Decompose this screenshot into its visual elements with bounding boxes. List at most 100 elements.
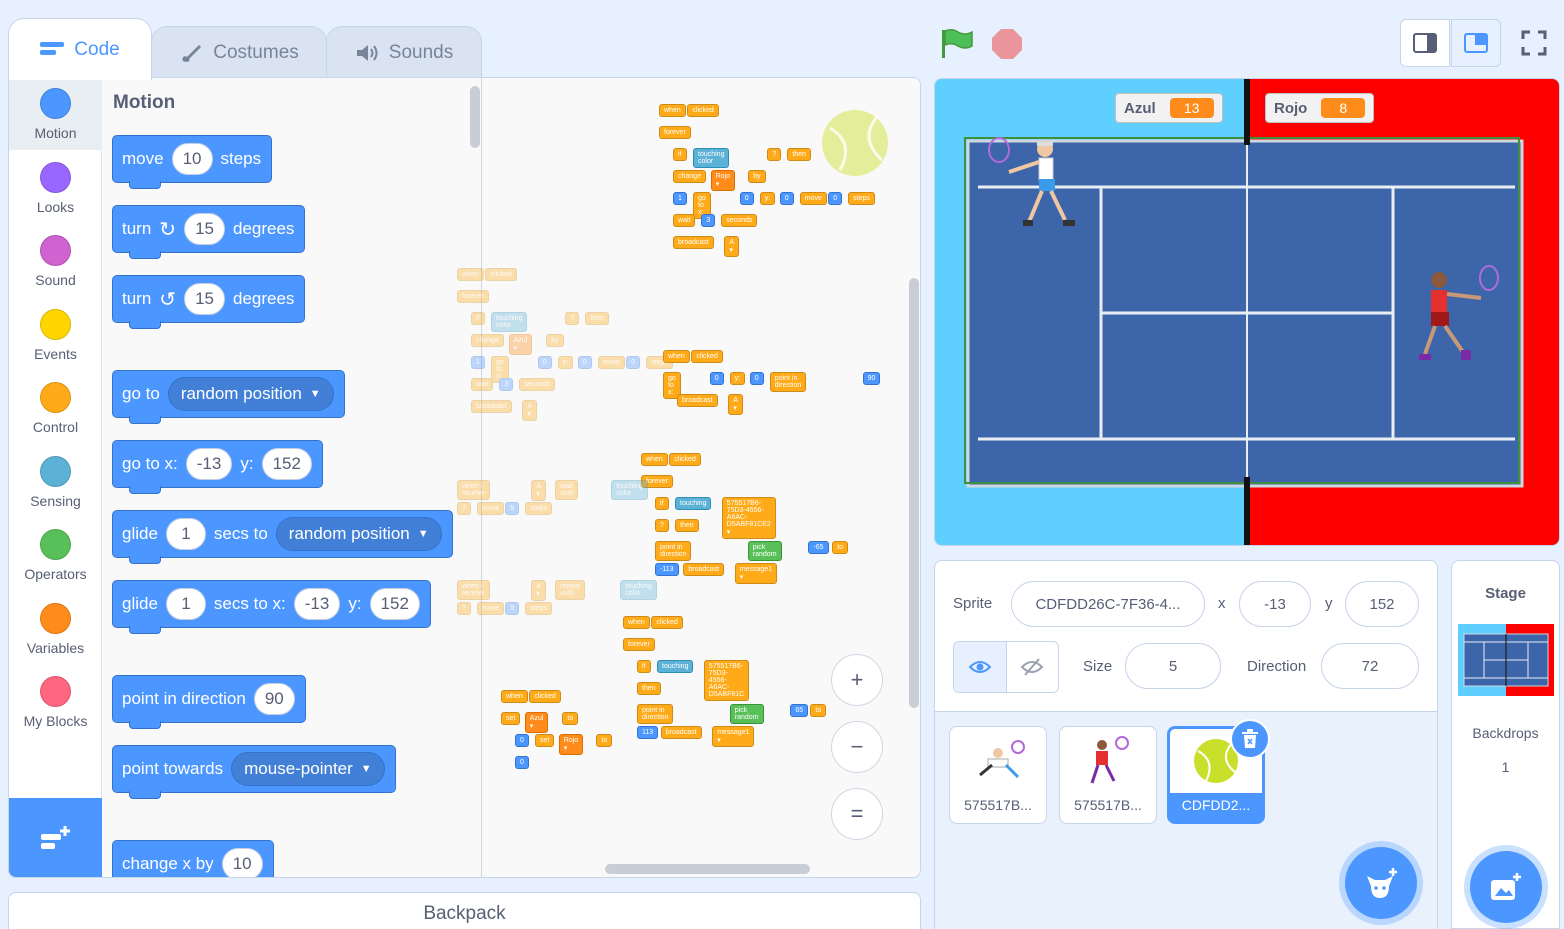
script-token: broadcast [471,400,512,413]
fullscreen-button[interactable] [1508,19,1560,67]
normal-stage-button[interactable] [1451,19,1501,67]
eye-slash-icon [1021,658,1044,676]
palette-title: Motion [113,92,176,113]
category-looks[interactable]: Looks [9,152,102,224]
direction-input[interactable]: 90 [253,683,295,715]
choose-backdrop-button[interactable] [1470,851,1542,923]
block-glide-xy[interactable]: glide 1 secs to x: -13 y: 152 [112,580,431,634]
add-extension-button[interactable] [9,798,102,877]
script-token: message1 ▾ [712,726,755,747]
script-token: when I receive [457,480,490,500]
x-input[interactable]: -13 [293,588,341,620]
script-token: seconds [519,378,556,391]
degrees-input[interactable]: 15 [184,213,225,245]
sprite-name-input[interactable]: CDFDD26C-7F36-4... [1011,581,1205,627]
zoom-in-icon: + [850,667,864,692]
change-x-input[interactable]: 10 [221,848,263,877]
y-position-input[interactable]: 152 [1345,581,1419,627]
palette-scrollbar[interactable] [470,86,480,148]
category-events[interactable]: Events [9,299,102,371]
x-position-input[interactable]: -13 [1239,581,1311,627]
code-area: Motion Looks Sound Events Control Sensing Oper… [8,77,921,878]
small-stage-button[interactable] [1400,19,1450,67]
degrees-input[interactable]: 15 [184,283,225,315]
script-token: forever [659,126,691,139]
speaker-icon [356,44,378,61]
block-change-x[interactable]: change x by 10 [112,840,274,877]
block-go-to-xy[interactable]: go to x: -13 y: 152 [112,440,323,494]
tab-sounds[interactable]: Sounds [326,26,482,78]
tab-costumes[interactable]: Costumes [151,26,327,78]
choose-sprite-button[interactable] [1345,847,1417,919]
go-to-dropdown[interactable]: random position ▼ [167,377,334,411]
stop-icon[interactable] [991,28,1023,60]
script-token: ? [565,312,580,325]
category-label: Sound [35,272,76,288]
caret-down-icon: ▼ [360,763,372,775]
show-sprite-button[interactable] [954,642,1007,692]
script-token: 0 [828,192,843,205]
rotate-right-icon: ↻ [159,218,177,241]
zoom-in-button[interactable]: + [831,654,883,706]
category-variables[interactable]: Variables [9,593,102,665]
block-glide-to[interactable]: glide 1 secs to random position ▼ [112,510,453,564]
category-operators[interactable]: Operators [9,519,102,591]
y-input[interactable]: 152 [261,448,312,480]
secs-input[interactable]: 1 [165,588,206,620]
sprite-thumb-3-selected[interactable]: CDFDD2... [1167,719,1270,824]
stage-title: Stage [1485,585,1526,602]
hide-sprite-button[interactable] [1007,642,1059,692]
script-token: broadcast [677,394,718,407]
block-point-towards[interactable]: point towards mouse-pointer ▼ [112,745,396,799]
block-move-steps[interactable]: move 10 steps [112,135,273,189]
category-label: Control [32,419,79,435]
backdrop-thumbnail[interactable] [1457,624,1554,696]
script-token: when [663,350,690,363]
block-text: degrees [232,219,295,238]
sprite-thumb-2[interactable]: 575517B... [1059,726,1157,824]
score-azul-label: Azul [1124,99,1156,117]
stage[interactable]: Azul 13 Rojo 8 [934,78,1560,546]
category-my-blocks[interactable]: My Blocks [9,666,102,738]
sprite-info-pane: Sprite CDFDD26C-7F36-4... x -13 y 152 Si… [934,560,1438,929]
y-input[interactable]: 152 [369,588,420,620]
tab-code[interactable]: Code [8,18,152,80]
script-horizontal-scrollbar[interactable] [605,864,810,874]
script-vertical-scrollbar[interactable] [909,278,919,708]
category-color-dot [40,235,71,266]
block-turn-right[interactable]: turn ↻ 15 degrees [112,205,306,259]
direction-input[interactable]: 72 [1321,643,1419,689]
category-sound[interactable]: Sound [9,225,102,297]
backdrop-add-icon [1491,873,1521,900]
category-sensing[interactable]: Sensing [9,446,102,518]
green-flag-icon[interactable] [940,28,974,58]
block-turn-left[interactable]: turn ↺ 15 degrees [112,275,306,329]
x-input[interactable]: -13 [185,448,233,480]
score-rojo-monitor[interactable]: Rojo 8 [1265,93,1375,123]
secs-input[interactable]: 1 [165,518,206,550]
steps-input[interactable]: 10 [171,143,213,175]
delete-sprite-button[interactable] [1230,719,1270,759]
block-text: glide [122,594,158,613]
script-token: clicked [669,453,701,466]
block-text: y: [348,594,362,613]
sprite-thumb-1[interactable]: 575517B... [949,726,1047,824]
script-token: wait [673,214,696,227]
category-control[interactable]: Control [9,372,102,444]
block-point-direction[interactable]: point in direction 90 [112,675,306,729]
size-input[interactable]: 5 [1125,643,1221,689]
script-token: then [585,312,610,325]
fullscreen-icon [1521,30,1547,56]
backpack[interactable]: Backpack [8,892,921,929]
script-token: then [787,148,812,161]
stage-selector-pane[interactable]: Stage Backdrops 1 [1451,560,1560,929]
glide-dropdown[interactable]: random position ▼ [275,517,442,551]
zoom-out-button[interactable]: − [831,721,883,773]
zoom-reset-button[interactable]: = [831,788,883,840]
category-motion[interactable]: Motion [9,78,102,150]
score-azul-monitor[interactable]: Azul 13 [1115,93,1223,123]
block-go-to[interactable]: go to random position ▼ [112,370,345,424]
block-text: go to [122,384,160,403]
script-token: 1 [673,192,687,205]
towards-dropdown[interactable]: mouse-pointer ▼ [231,752,385,786]
